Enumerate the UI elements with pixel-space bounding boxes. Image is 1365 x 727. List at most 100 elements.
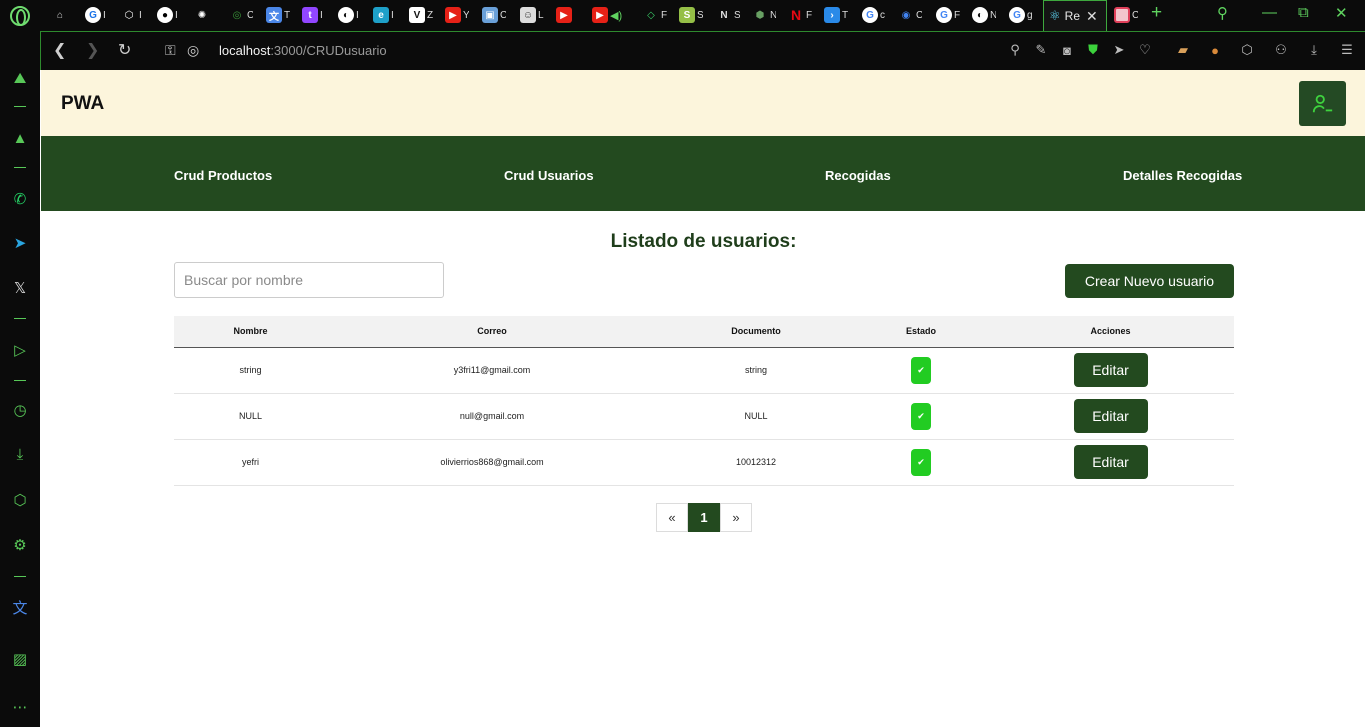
cell-correo: null@gmail.com xyxy=(327,393,657,440)
shopify-icon: S xyxy=(679,7,695,23)
nav-crud-usuarios[interactable]: Crud Usuarios xyxy=(504,168,594,183)
reload-icon[interactable]: ↻ xyxy=(118,40,131,60)
active-status-toggle[interactable]: ✔ xyxy=(911,448,931,476)
heart-icon[interactable]: ♡ xyxy=(1137,42,1153,58)
openai-icon: ✺ xyxy=(197,9,207,21)
settings-sliders-icon[interactable]: ☰ xyxy=(1339,42,1355,58)
check-icon: ✔ xyxy=(917,456,925,467)
shield-icon[interactable]: ⛊ xyxy=(1085,42,1101,58)
tab-youtube-2[interactable]: ▶ xyxy=(556,5,580,25)
extensions-icon[interactable]: ⬡ xyxy=(9,489,31,511)
tab-openai[interactable]: ✺ xyxy=(194,5,210,25)
downloads-icon[interactable]: ⤓ xyxy=(9,443,31,465)
new-tab-icon[interactable]: + xyxy=(1151,2,1162,24)
tab-4[interactable]: ◐ I xyxy=(338,5,362,25)
tab-3[interactable]: ◎ C xyxy=(229,5,253,25)
tab-8[interactable]: ☺ L xyxy=(520,5,544,25)
profile-icon[interactable]: ⚇ xyxy=(1273,42,1289,58)
tab-gaming[interactable]: ⌂ xyxy=(52,5,68,25)
more-icon[interactable]: ⋯ xyxy=(9,696,31,718)
page-1-button[interactable]: 1 xyxy=(688,503,720,532)
tab-shopify[interactable]: SS xyxy=(679,5,703,25)
tab-12[interactable]: C xyxy=(1114,5,1138,25)
edit-button[interactable]: Editar xyxy=(1073,399,1148,433)
tab-netflix[interactable]: NF xyxy=(788,5,812,25)
player-icon[interactable]: ▷ xyxy=(9,339,31,361)
brand-title[interactable]: PWA xyxy=(61,93,104,115)
tab-1[interactable]: GI xyxy=(85,5,109,25)
active-tab[interactable]: ⚛ Re ✕ xyxy=(1043,0,1107,31)
camera-icon[interactable]: ◙ xyxy=(1059,42,1075,58)
extension-icon[interactable]: ▰ xyxy=(1175,42,1191,58)
edit-button[interactable]: Editar xyxy=(1073,353,1148,387)
nav-recogidas[interactable]: Recogidas xyxy=(825,168,891,183)
close-window-icon[interactable]: ✕ xyxy=(1335,4,1348,22)
edit-icon[interactable]: ✎ xyxy=(1033,42,1049,58)
x-twitter-icon[interactable]: 𝕏 xyxy=(9,277,31,299)
active-status-toggle[interactable]: ✔ xyxy=(911,356,931,384)
back-icon[interactable]: ❮ xyxy=(53,40,66,60)
cell-documento: string xyxy=(657,347,855,394)
site-info-icon[interactable]: ⚿ xyxy=(165,42,176,59)
cookie-icon[interactable]: ● xyxy=(1207,42,1223,58)
user-profile-button[interactable] xyxy=(1299,81,1346,126)
download-icon[interactable]: ⤓ xyxy=(1306,42,1322,58)
next-page-button[interactable]: » xyxy=(720,503,752,532)
android-studio-icon[interactable]: ▲ xyxy=(9,127,31,149)
column-header-nombre: Nombre xyxy=(174,316,327,348)
avatar-icon: ☺ xyxy=(520,7,536,23)
tab-2[interactable]: ⬡ I xyxy=(121,5,145,25)
tab-google-3[interactable]: Gg xyxy=(1009,5,1033,25)
search-input[interactable] xyxy=(174,262,444,298)
aria-icon[interactable]: ⛰ xyxy=(9,67,31,89)
users-table: Nombre Correo Documento Estado Acciones … xyxy=(174,316,1234,486)
table-row: NULL null@gmail.com NULL ✔ Editar xyxy=(174,393,1234,440)
tab-5[interactable]: eI xyxy=(373,5,397,25)
send-icon[interactable]: ➤ xyxy=(1111,42,1127,58)
whatsapp-icon[interactable]: ✆ xyxy=(9,188,31,210)
create-user-button[interactable]: Crear Nuevo usuario xyxy=(1065,264,1234,298)
close-tab-icon[interactable]: ✕ xyxy=(1086,8,1098,25)
settings-icon[interactable]: ⚙ xyxy=(9,534,31,556)
main-nav: Crud Productos Crud Usuarios Recogidas D… xyxy=(41,136,1365,211)
n-icon: N xyxy=(720,9,728,21)
tab-10[interactable]: NS xyxy=(716,5,740,25)
tab-translate[interactable]: 文T xyxy=(266,5,290,25)
prev-page-button[interactable]: « xyxy=(656,503,688,532)
tab-11[interactable]: ◐ N xyxy=(972,5,996,25)
image-icon: ▣ xyxy=(482,7,498,23)
tab-google-1[interactable]: Gc xyxy=(862,5,886,25)
tab-lens[interactable]: ◉ C xyxy=(898,5,922,25)
forward-icon[interactable]: ❯ xyxy=(86,40,99,60)
tab-7[interactable]: ▣ C xyxy=(482,5,506,25)
restore-icon[interactable]: ⧉ xyxy=(1298,4,1309,21)
tab-twitch[interactable]: tI xyxy=(302,5,326,25)
history-icon[interactable]: ◷ xyxy=(9,399,31,421)
opera-logo-icon[interactable] xyxy=(10,6,30,26)
nav-detalles-recogidas[interactable]: Detalles Recogidas xyxy=(1123,168,1242,183)
tab-terminal[interactable]: › T xyxy=(824,5,848,25)
cube-icon[interactable]: ⬡ xyxy=(1239,42,1255,58)
table-row: string y3fri11@gmail.com string ✔ Editar xyxy=(174,347,1234,394)
translate-icon[interactable]: 文 xyxy=(9,596,31,618)
tab-youtube-1[interactable]: ▶ Y xyxy=(445,5,469,25)
tab-github[interactable]: ● I xyxy=(157,5,181,25)
tab-google-2[interactable]: GF xyxy=(936,5,960,25)
tab-nodejs[interactable]: ⬢ N xyxy=(752,5,776,25)
nav-crud-productos[interactable]: Crud Productos xyxy=(174,168,272,183)
active-tab-title: Re xyxy=(1064,9,1080,23)
search-tabs-icon[interactable]: ⚲ xyxy=(1217,4,1228,22)
telegram-icon[interactable]: ➤ xyxy=(9,232,31,254)
hexagon-icon: ⬡ xyxy=(124,9,134,21)
active-status-toggle[interactable]: ✔ xyxy=(911,402,931,430)
zoom-icon[interactable]: ⚲ xyxy=(1007,42,1023,58)
url-host: localhost xyxy=(219,43,271,58)
edit-button[interactable]: Editar xyxy=(1073,445,1148,479)
minimize-icon[interactable]: — xyxy=(1262,4,1277,21)
gallery-icon[interactable]: ▨ xyxy=(9,648,31,670)
sidebar-divider xyxy=(14,318,26,319)
url-field[interactable]: localhost:3000/CRUDusuario xyxy=(219,43,387,58)
tab-9[interactable]: ◇ F xyxy=(643,5,667,25)
tab-youtube-audio[interactable]: ▶ ◀) xyxy=(592,5,622,25)
tab-6[interactable]: VZ xyxy=(409,5,433,25)
